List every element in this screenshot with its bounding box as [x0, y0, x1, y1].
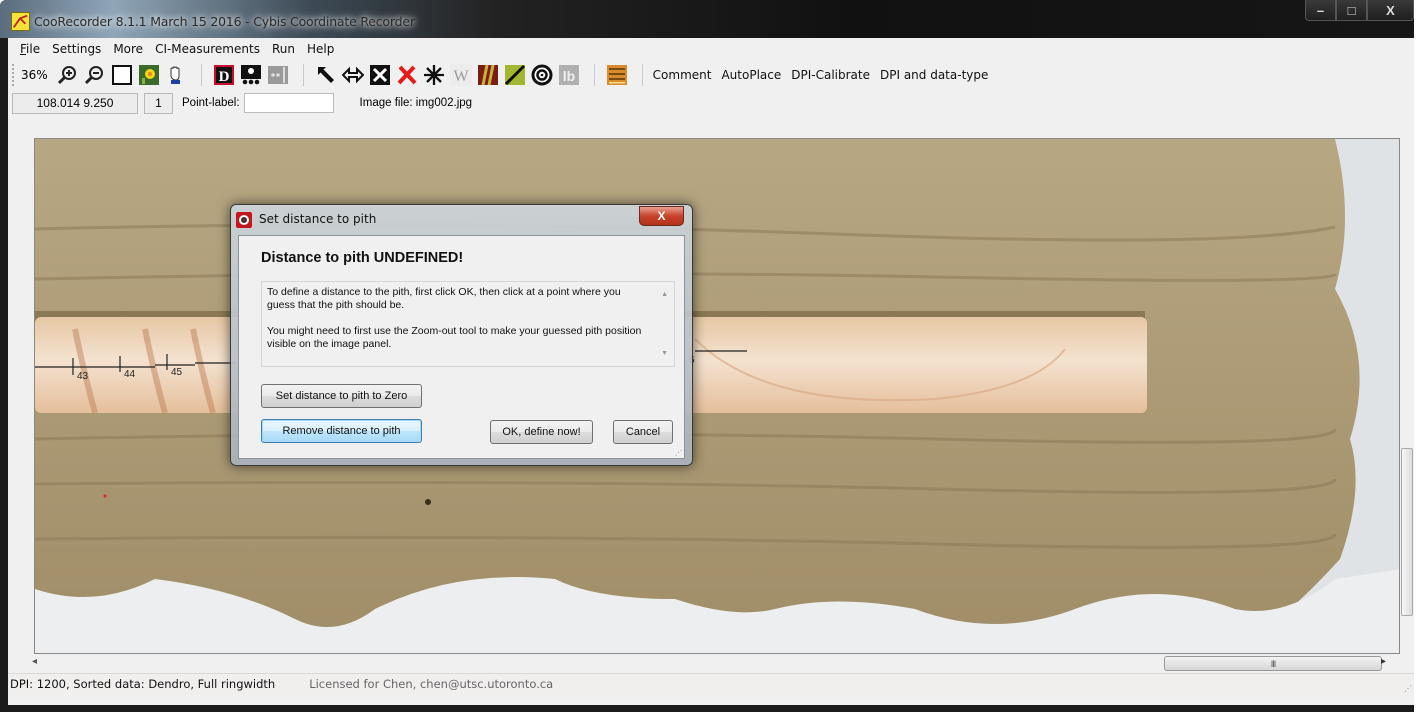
- close-button[interactable]: X: [1367, 0, 1414, 21]
- window-controls: – □ X: [1305, 0, 1414, 21]
- w-disabled-icon[interactable]: W: [449, 63, 473, 87]
- dialog-title: Set distance to pith: [259, 212, 377, 226]
- menu-bar: File Settings More CI-Measurements Run H…: [8, 38, 1414, 59]
- status-dpi-info: DPI: 1200, Sorted data: Dendro, Full rin…: [10, 677, 276, 691]
- minimize-button[interactable]: –: [1305, 0, 1336, 21]
- ring-label-45: 45: [171, 367, 183, 378]
- horizontal-scrollbar[interactable]: ◂ III ▸: [28, 654, 1400, 672]
- window-title: CooRecorder 8.1.1 March 15 2016 - Cybis …: [34, 14, 415, 29]
- point-label-caption: Point-label:: [182, 97, 240, 109]
- dpi-data-type-button[interactable]: DPI and data-type: [880, 68, 988, 82]
- svg-text:W: W: [453, 68, 469, 85]
- x-box-icon[interactable]: [368, 63, 392, 87]
- maximize-button[interactable]: □: [1336, 0, 1367, 21]
- scroll-up-arrow-icon[interactable]: ▲: [661, 288, 668, 301]
- dialog-message-box[interactable]: To define a distance to the pith, first …: [261, 281, 675, 367]
- status-license: Licensed for Chen, chen@utsc.utoronto.ca: [309, 677, 554, 691]
- title-bar[interactable]: CooRecorder 8.1.1 March 15 2016 - Cybis …: [0, 0, 1414, 38]
- dialog-resize-grip-icon[interactable]: ⋰: [675, 449, 682, 457]
- dpi-calibrate-button[interactable]: DPI-Calibrate: [791, 68, 870, 82]
- scroll-down-arrow-icon[interactable]: ▼: [661, 347, 668, 360]
- ring-label-43: 43: [77, 371, 89, 382]
- svg-text:lb: lb: [562, 68, 574, 84]
- rectangle-select-icon[interactable]: [110, 63, 134, 87]
- dialog-body: Distance to pith UNDEFINED! To define a …: [238, 235, 685, 459]
- point-label-input[interactable]: [243, 93, 334, 113]
- app-window: CooRecorder 8.1.1 March 15 2016 - Cybis …: [0, 0, 1414, 712]
- hand-pan-icon[interactable]: [164, 63, 188, 87]
- coorecorder-logo-icon: [11, 12, 30, 31]
- autoplace-button[interactable]: AutoPlace: [721, 68, 781, 82]
- target-pith-icon: [236, 212, 252, 228]
- dialog-message-paragraph: You might need to first use the Zoom-out…: [267, 325, 642, 350]
- scroll-right-arrow-icon[interactable]: ▸: [1381, 656, 1386, 667]
- target-pith-icon[interactable]: [530, 63, 554, 87]
- image-file-label: Image file: img002.jpg: [359, 97, 473, 109]
- ring-width-chart-icon[interactable]: [605, 63, 629, 87]
- scroll-left-arrow-icon[interactable]: ◂: [32, 656, 37, 667]
- toolbar-separator: [641, 64, 643, 86]
- info-bar: 108.014 9.250 1 Point-label: Image file:…: [8, 90, 1414, 116]
- set-distance-to-pith-dialog: Set distance to pith X Distance to pith …: [230, 204, 693, 466]
- red-x-delete-icon[interactable]: [395, 63, 419, 87]
- arrow-pointer-icon[interactable]: [314, 63, 338, 87]
- menu-file-label: ile: [26, 41, 41, 56]
- toolbar-grip[interactable]: [12, 64, 15, 86]
- coordinate-readout: 108.014 9.250: [12, 92, 138, 114]
- menu-run[interactable]: Run: [267, 40, 302, 58]
- vertical-scroll-thumb[interactable]: [1401, 448, 1413, 616]
- toolbar-separator: [302, 64, 304, 86]
- comment-button[interactable]: Comment: [653, 68, 712, 82]
- svg-text:D: D: [218, 69, 229, 85]
- asterisk-icon[interactable]: [422, 63, 446, 87]
- dialog-heading: Distance to pith UNDEFINED!: [261, 250, 464, 266]
- toolbar: 36% D W lb Comment AutoPlace DPI-Calibra…: [8, 60, 1414, 90]
- zoom-level[interactable]: 36%: [21, 68, 48, 82]
- zoom-out-icon[interactable]: [83, 63, 107, 87]
- toolbar-separator: [200, 64, 202, 86]
- toolbar-separator: [593, 64, 595, 86]
- set-distance-zero-button[interactable]: Set distance to pith to Zero: [261, 384, 422, 408]
- menu-help[interactable]: Help: [302, 40, 341, 58]
- menu-more[interactable]: More: [108, 40, 150, 58]
- remove-distance-button[interactable]: Remove distance to pith: [261, 419, 422, 443]
- menu-file[interactable]: File: [15, 40, 47, 58]
- point-line-disabled-icon[interactable]: [266, 63, 290, 87]
- dialog-close-button[interactable]: X: [639, 206, 684, 226]
- d-mode-icon[interactable]: D: [212, 63, 236, 87]
- point-group-icon[interactable]: [239, 63, 263, 87]
- resize-grip-icon[interactable]: ⋰: [1404, 684, 1412, 693]
- ring-label-44: 44: [124, 369, 136, 380]
- dialog-message-paragraph: To define a distance to the pith, first …: [267, 286, 621, 311]
- menu-settings[interactable]: Settings: [47, 40, 108, 58]
- wood-stripes-icon[interactable]: [476, 63, 500, 87]
- diagonal-line-icon[interactable]: [503, 63, 527, 87]
- status-bar: DPI: 1200, Sorted data: Dendro, Full rin…: [8, 673, 1414, 694]
- menu-ci-measurements[interactable]: CI-Measurements: [150, 40, 267, 58]
- cancel-button[interactable]: Cancel: [613, 420, 673, 444]
- vertical-scrollbar[interactable]: [1400, 138, 1414, 654]
- lb-disabled-icon[interactable]: lb: [557, 63, 581, 87]
- daffodil-image-icon[interactable]: [137, 63, 161, 87]
- zoom-in-icon[interactable]: [56, 63, 80, 87]
- horizontal-scroll-thumb[interactable]: III: [1164, 656, 1382, 671]
- horizontal-resize-icon[interactable]: [341, 63, 365, 87]
- ok-define-now-button[interactable]: OK, define now!: [490, 420, 593, 444]
- point-count: 1: [144, 92, 173, 114]
